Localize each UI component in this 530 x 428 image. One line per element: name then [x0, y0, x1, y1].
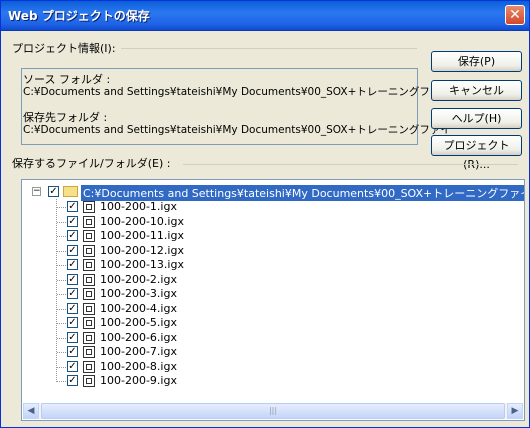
file-row[interactable]: ✓ 100-200-8.igx: [22, 360, 322, 375]
tree-connector: [57, 250, 66, 252]
scroll-left-button[interactable]: ◀: [23, 403, 39, 419]
file-row[interactable]: ✓ 100-200-1.igx: [22, 200, 322, 215]
file-checkbox[interactable]: ✓: [67, 288, 78, 299]
igx-file-icon: [83, 273, 95, 286]
file-name: 100-200-5.igx: [100, 316, 177, 329]
igx-file-icon: [83, 288, 95, 300]
igx-file-icon: [83, 244, 95, 257]
scroll-right-button[interactable]: ▶: [507, 403, 523, 419]
source-folder-path: C:¥Documents and Settings¥tateishi¥My Do…: [23, 86, 451, 98]
save-project-dialog: Web プロジェクトの保存 ✕ プロジェクト情報(I): ソース フォルダ : …: [0, 0, 530, 428]
title-bar[interactable]: Web プロジェクトの保存 ✕: [1, 1, 529, 31]
tree-connector: [57, 207, 66, 208]
file-name: 100-200-8.igx: [100, 359, 177, 373]
tree-root-row[interactable]: − ✓ C:¥Documents and Settings¥tateishi¥M…: [22, 185, 524, 201]
igx-file-icon: [83, 317, 95, 329]
tree-connector: [57, 294, 66, 295]
igx-file-icon: [83, 346, 95, 358]
tree-connector: [57, 236, 66, 237]
dest-folder-path: C:¥Documents and Settings¥tateishi¥My Do…: [23, 124, 451, 136]
tree-connector: [57, 366, 66, 368]
tree-connector: [57, 308, 66, 310]
igx-file-icon: [83, 331, 95, 344]
grip-icon: |||: [268, 406, 278, 415]
igx-file-icon: [83, 375, 95, 387]
file-checkbox[interactable]: ✓: [67, 259, 78, 270]
file-name: 100-200-3.igx: [100, 287, 177, 300]
file-name: 100-200-6.igx: [100, 330, 177, 344]
file-checkbox[interactable]: ✓: [67, 230, 78, 241]
tree-connector: [57, 279, 66, 281]
file-row[interactable]: ✓ 100-200-2.igx: [22, 273, 322, 288]
igx-file-icon: [83, 360, 95, 373]
collapse-icon[interactable]: −: [32, 187, 41, 196]
dialog-title: Web プロジェクトの保存: [8, 9, 150, 23]
project-info-label: プロジェクト情報(I):: [12, 42, 116, 55]
file-checkbox[interactable]: ✓: [67, 215, 78, 227]
file-name: 100-200-11.igx: [100, 229, 184, 242]
file-name: 100-200-10.igx: [100, 214, 184, 228]
tree-connector: [57, 352, 66, 353]
folder-icon: [63, 186, 78, 197]
close-button[interactable]: ✕: [505, 5, 525, 25]
file-row[interactable]: ✓ 100-200-3.igx: [22, 287, 322, 302]
close-icon: ✕: [509, 7, 521, 23]
igx-file-icon: [83, 259, 95, 271]
file-row[interactable]: ✓ 100-200-6.igx: [22, 331, 322, 346]
file-row[interactable]: ✓ 100-200-9.igx: [22, 374, 322, 389]
file-name: 100-200-1.igx: [100, 200, 177, 213]
file-row[interactable]: ✓ 100-200-13.igx: [22, 258, 322, 273]
help-button[interactable]: ヘルプ(H): [431, 108, 522, 129]
igx-file-icon: [83, 215, 95, 228]
file-row[interactable]: ✓ 100-200-5.igx: [22, 316, 322, 331]
file-checkbox[interactable]: ✓: [67, 273, 78, 285]
igx-file-icon: [83, 230, 95, 242]
tree-connector: [57, 381, 66, 382]
file-name: 100-200-9.igx: [100, 374, 177, 387]
file-checkbox[interactable]: ✓: [67, 360, 78, 372]
file-name: 100-200-2.igx: [100, 272, 177, 286]
cancel-button[interactable]: キャンセル: [431, 80, 522, 101]
right-arrow-icon: ▶: [511, 406, 519, 416]
file-tree[interactable]: − ✓ C:¥Documents and Settings¥tateishi¥M…: [21, 179, 525, 421]
file-checkbox[interactable]: ✓: [67, 375, 78, 386]
file-checkbox[interactable]: ✓: [67, 244, 78, 256]
tree-connector: [57, 337, 66, 339]
root-checkbox[interactable]: ✓: [48, 186, 59, 197]
file-checkbox[interactable]: ✓: [67, 346, 78, 357]
file-row[interactable]: ✓ 100-200-7.igx: [22, 345, 322, 360]
tree-connector: [57, 265, 66, 266]
horizontal-scrollbar[interactable]: ◀ ||| ▶: [23, 403, 523, 419]
group-divider: [121, 48, 417, 49]
igx-file-icon: [83, 201, 95, 213]
save-button[interactable]: 保存(P): [431, 51, 522, 72]
file-row[interactable]: ✓ 100-200-4.igx: [22, 302, 322, 317]
file-name: 100-200-13.igx: [100, 258, 184, 271]
file-checkbox[interactable]: ✓: [67, 201, 78, 212]
file-checkbox[interactable]: ✓: [67, 331, 78, 343]
file-row[interactable]: ✓ 100-200-10.igx: [22, 215, 322, 230]
left-arrow-icon: ◀: [27, 406, 35, 416]
file-checkbox[interactable]: ✓: [67, 302, 78, 314]
file-row[interactable]: ✓ 100-200-12.igx: [22, 244, 322, 259]
file-checkbox[interactable]: ✓: [67, 317, 78, 328]
igx-file-icon: [83, 302, 95, 315]
file-name: 100-200-12.igx: [100, 243, 184, 257]
file-row[interactable]: ✓ 100-200-11.igx: [22, 229, 322, 244]
tree-connector: [57, 221, 66, 223]
file-name: 100-200-4.igx: [100, 301, 177, 315]
tree-connector: [57, 323, 66, 324]
group-divider: [183, 164, 518, 165]
project-button[interactable]: プロジェクト(R)...: [431, 135, 522, 171]
scroll-thumb[interactable]: |||: [41, 403, 505, 419]
project-info-box: ソース フォルダ : C:¥Documents and Settings¥tat…: [21, 68, 451, 145]
files-label: 保存するファイル/フォルダ(E) :: [12, 157, 171, 170]
file-name: 100-200-7.igx: [100, 345, 177, 358]
root-folder-path[interactable]: C:¥Documents and Settings¥tateishi¥My Do…: [81, 185, 524, 201]
